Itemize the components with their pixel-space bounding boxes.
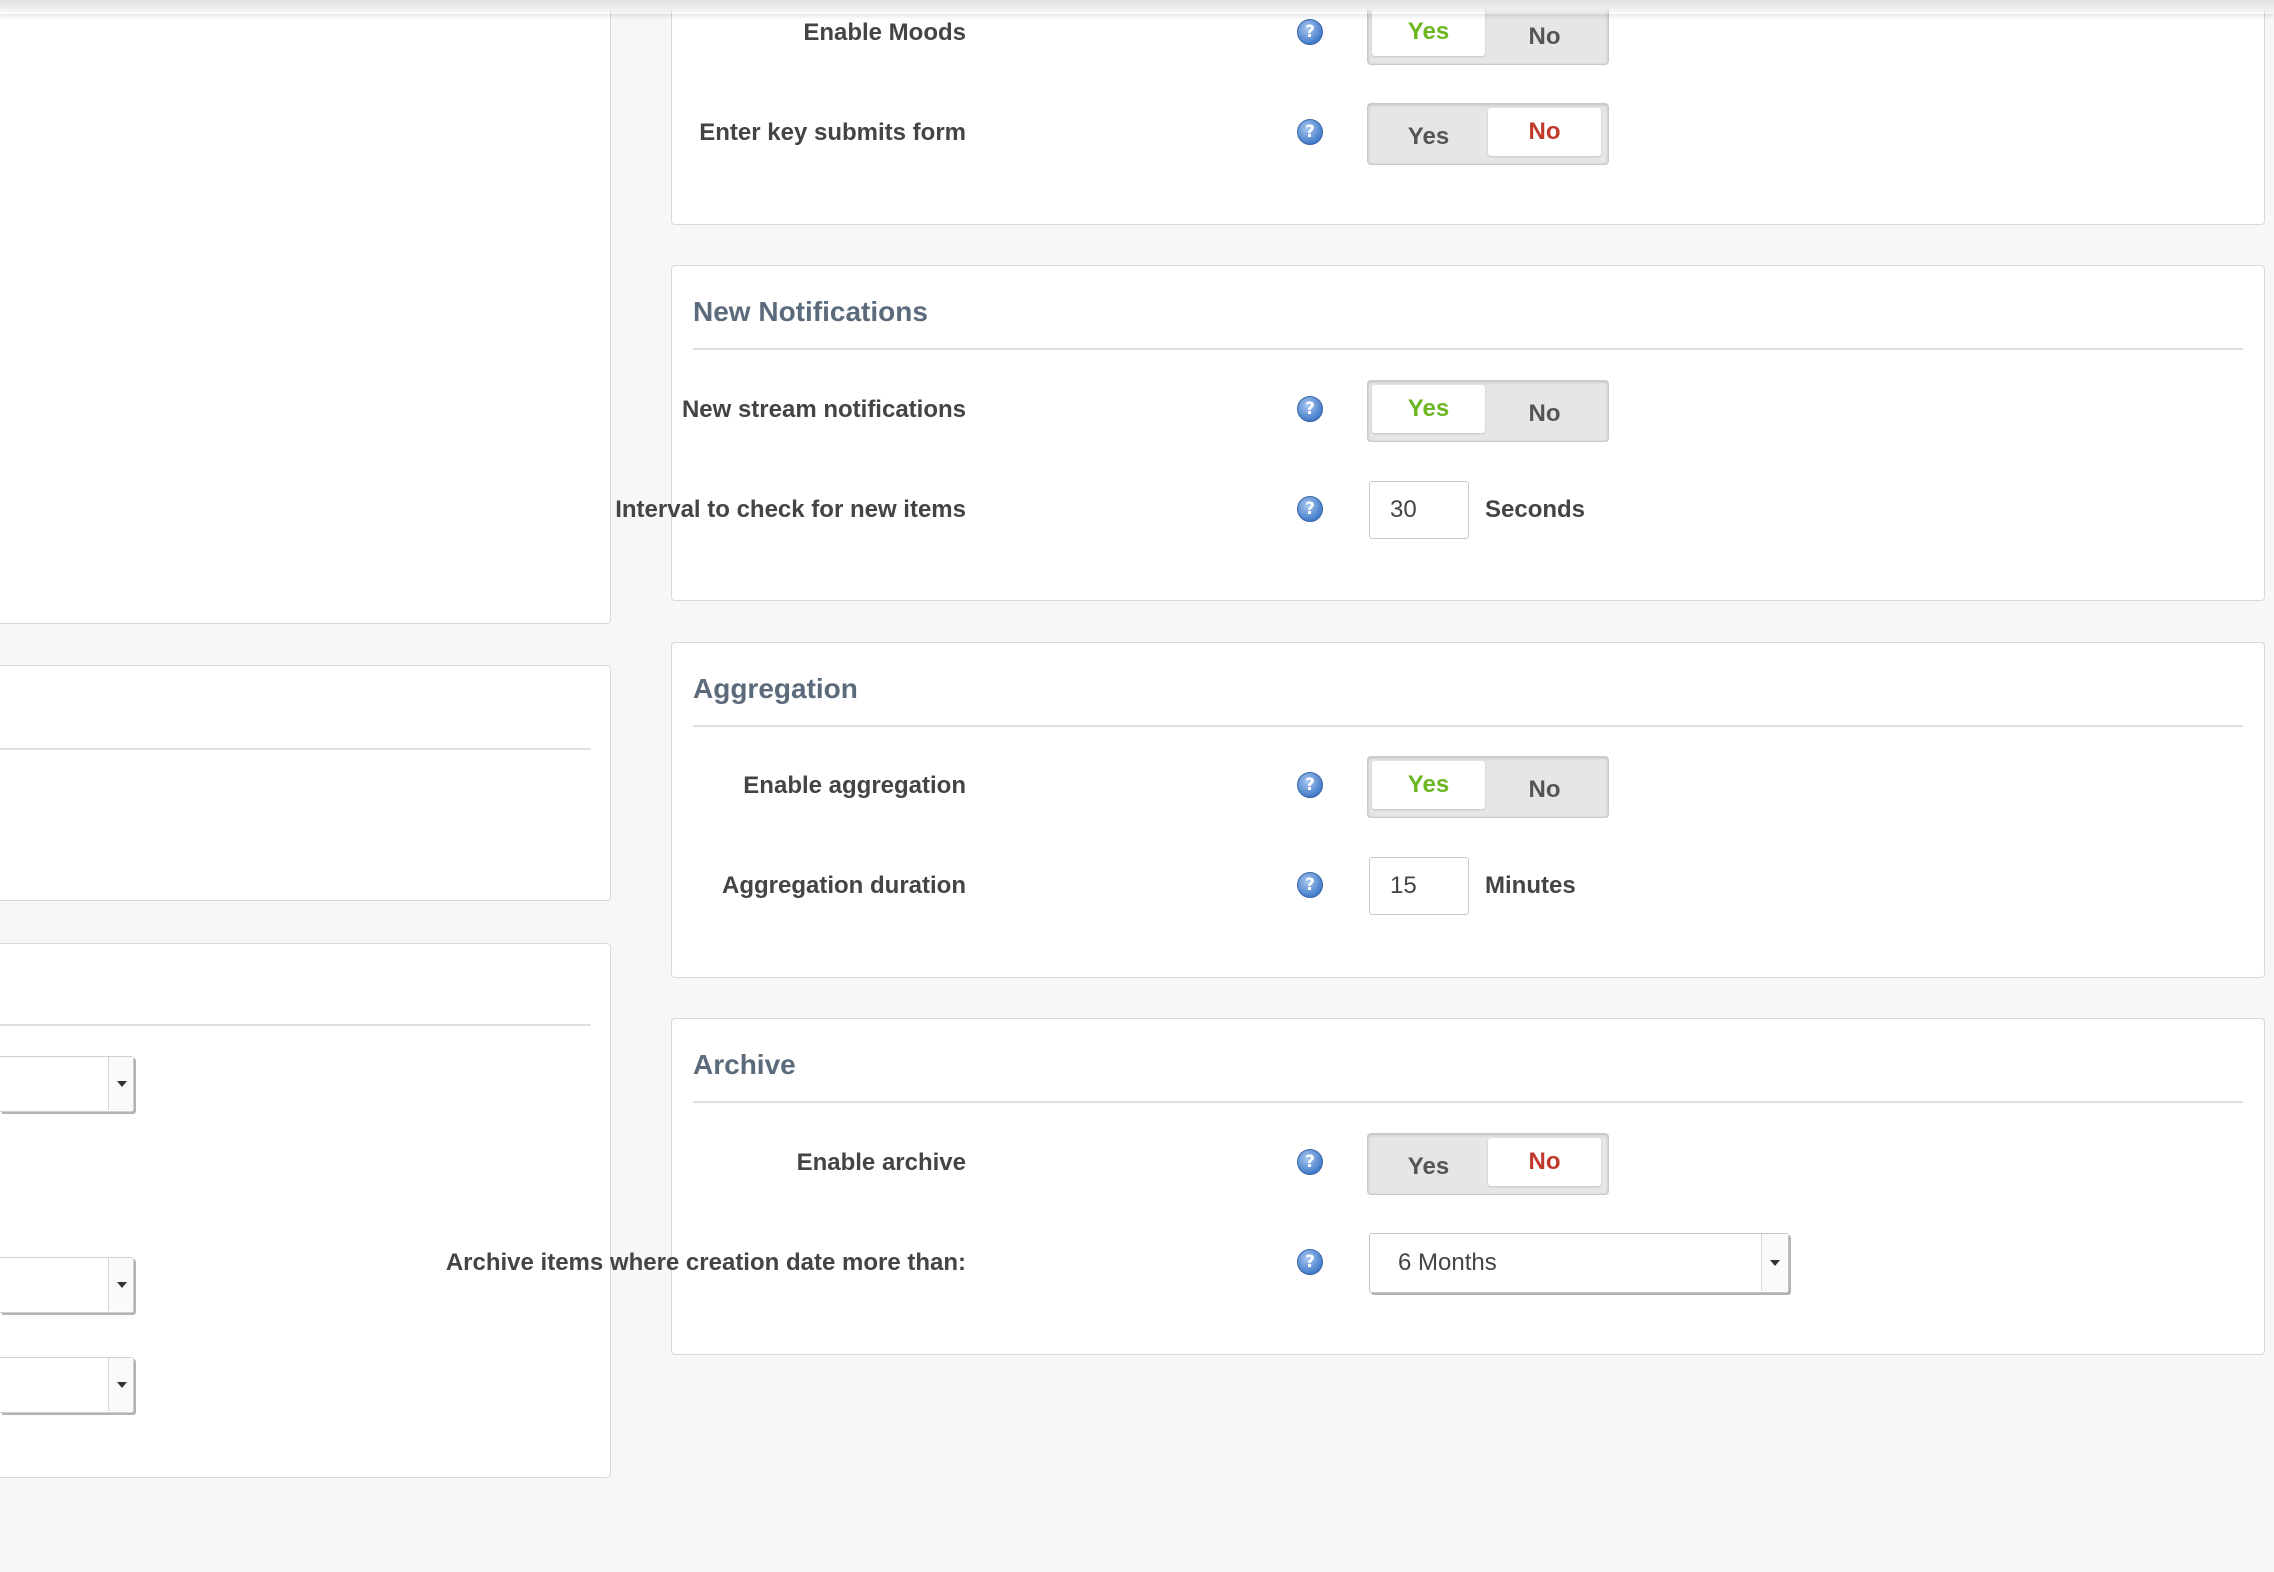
enable-aggregation-yes[interactable]: Yes (1372, 761, 1485, 809)
help-icon[interactable]: ? (1297, 496, 1323, 522)
enable-aggregation-label: Enable aggregation (743, 772, 966, 799)
chevron-down-icon (108, 1057, 133, 1110)
help-icon[interactable]: ? (1297, 872, 1323, 898)
new-stream-notifications-toggle[interactable]: Yes No (1367, 380, 1609, 442)
new-stream-notifications-label: New stream notifications (681, 396, 966, 423)
help-icon[interactable]: ? (1297, 772, 1323, 798)
enable-moods-no[interactable]: No (1488, 13, 1601, 61)
section-title: New Notifications (693, 296, 928, 327)
left-panel-middle-divider (0, 748, 591, 750)
enable-moods-label: Enable Moods (803, 19, 966, 46)
chevron-down-icon (108, 1358, 133, 1411)
help-icon[interactable]: ? (1297, 19, 1323, 45)
enter-key-submits-toggle[interactable]: Yes No (1367, 103, 1609, 165)
chevron-down-icon (1761, 1234, 1788, 1291)
enable-archive-yes[interactable]: Yes (1372, 1143, 1485, 1191)
enable-archive-no[interactable]: No (1488, 1138, 1601, 1186)
left-panel-bottom-divider (0, 1024, 591, 1026)
interval-unit: Seconds (1485, 496, 1586, 523)
interval-input[interactable]: 30 (1369, 481, 1469, 539)
new-stream-notifications-yes[interactable]: Yes (1372, 385, 1485, 433)
section-divider (693, 725, 2243, 727)
enable-aggregation-toggle[interactable]: Yes No (1367, 756, 1609, 818)
left-select-2[interactable] (0, 1257, 134, 1313)
section-title: Aggregation (693, 673, 858, 704)
archive-older-than-label: Archive items where creation date more t… (445, 1249, 966, 1276)
interval-label: Interval to check for new items (615, 496, 966, 523)
aggregation-duration-input[interactable]: 15 (1369, 857, 1469, 915)
section-title: Archive (693, 1049, 796, 1080)
left-panel-top (0, 0, 611, 624)
aggregation-duration-label: Aggregation duration (722, 872, 966, 899)
archive-period-select[interactable]: 6 Months (1369, 1233, 1789, 1293)
chevron-down-icon (108, 1258, 133, 1311)
enter-key-submits-label: Enter key submits form (699, 119, 966, 146)
left-select-3[interactable] (0, 1357, 134, 1413)
aggregation-duration-unit: Minutes (1485, 872, 1576, 899)
enter-key-submits-yes[interactable]: Yes (1372, 113, 1485, 161)
help-icon[interactable]: ? (1297, 119, 1323, 145)
archive-period-value: 6 Months (1398, 1249, 1497, 1276)
help-icon[interactable]: ? (1297, 1249, 1323, 1275)
enable-aggregation-no[interactable]: No (1488, 766, 1601, 814)
enable-archive-toggle[interactable]: Yes No (1367, 1133, 1609, 1195)
enable-archive-label: Enable archive (796, 1149, 966, 1176)
help-icon[interactable]: ? (1297, 1149, 1323, 1175)
section-divider (693, 348, 2243, 350)
enable-moods-yes[interactable]: Yes (1372, 8, 1485, 56)
help-icon[interactable]: ? (1297, 396, 1323, 422)
left-select-1[interactable] (0, 1056, 134, 1112)
top-bar-shadow (0, 0, 2274, 14)
enter-key-submits-no[interactable]: No (1488, 108, 1601, 156)
left-panel-middle (0, 665, 611, 901)
new-stream-notifications-no[interactable]: No (1488, 390, 1601, 438)
section-divider (693, 1101, 2243, 1103)
